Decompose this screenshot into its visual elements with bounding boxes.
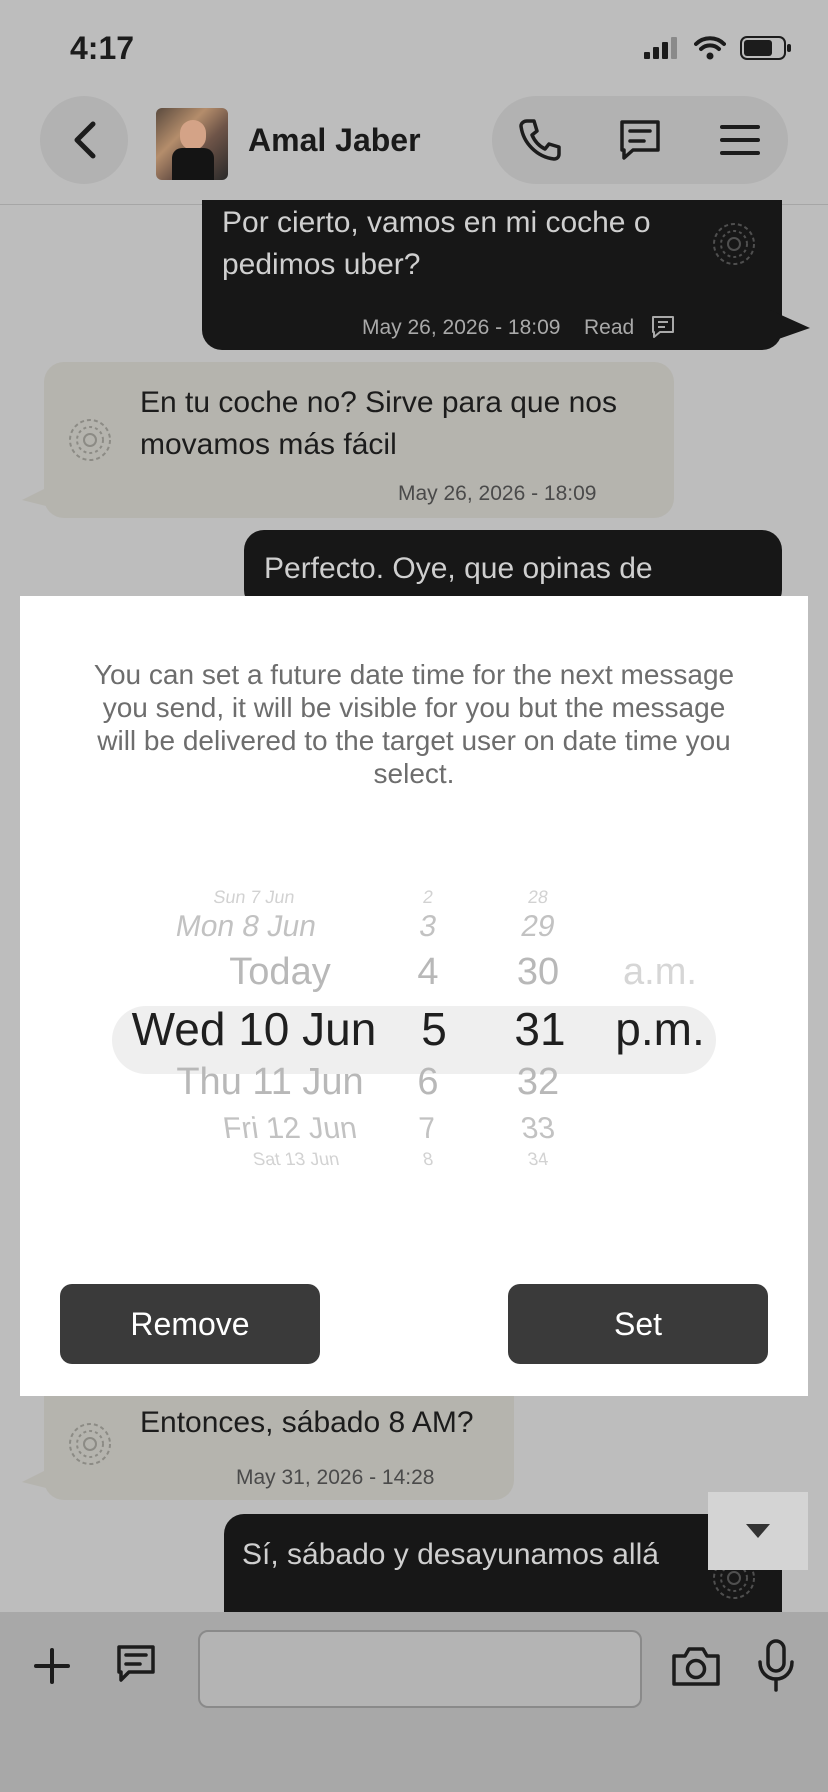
status-bar: 4:17 — [0, 0, 828, 96]
description-line: You can set a future date time for the n… — [93, 659, 735, 690]
hour-wheel-item[interactable]: 7 — [417, 1112, 438, 1146]
hour-wheel-item[interactable]: 5 — [421, 1002, 447, 1056]
message-outgoing[interactable]: Por cierto, vamos en mi coche o pedimos … — [202, 200, 782, 350]
back-button[interactable] — [40, 96, 128, 184]
message-line: Perfecto. Oye, que opinas de — [264, 552, 653, 585]
microphone-icon — [758, 1639, 794, 1692]
contact-name[interactable]: Amal Jaber — [248, 122, 421, 159]
message-line: pedimos uber? — [222, 248, 421, 281]
message-timestamp: May 26, 2026 - 18:09 — [362, 316, 561, 339]
call-button[interactable] — [516, 116, 564, 164]
chat-screen: 4:17 Amal Jaber Por cierto, vamos en mi … — [0, 0, 828, 1792]
delivery-status-icon — [69, 419, 111, 461]
minute-wheel-item[interactable]: 32 — [517, 1061, 559, 1104]
message-input[interactable] — [198, 1630, 642, 1708]
message-line: Sí, sábado y desayunamos allá — [242, 1538, 659, 1571]
minute-wheel-item[interactable]: 34 — [526, 1149, 550, 1170]
date-wheel-item[interactable]: Mon 8 Jun — [173, 910, 319, 944]
message-text: Perfecto. Oye, que opinas de — [264, 548, 653, 590]
hour-wheel-item[interactable]: 4 — [417, 951, 438, 994]
wifi-icon — [694, 36, 726, 60]
delivery-status-icon — [713, 223, 755, 265]
message-line: Por cierto, vamos en mi coche o — [222, 206, 651, 239]
hour-wheel-item[interactable]: 6 — [417, 1061, 438, 1104]
message-text: En tu coche no? Sirve para que nos movam… — [140, 382, 617, 466]
message-button[interactable] — [616, 116, 664, 164]
message-icon — [620, 120, 660, 160]
bubble-tail — [770, 310, 810, 342]
minute-wheel-item[interactable]: 31 — [514, 1002, 565, 1056]
plus-icon — [34, 1648, 70, 1684]
avatar-face — [180, 120, 206, 150]
phone-icon — [519, 119, 561, 161]
date-wheel-item[interactable]: Thu 11 Jun — [176, 1061, 363, 1104]
hour-wheel-item[interactable]: 8 — [421, 1149, 435, 1170]
minute-wheel-item[interactable]: 30 — [517, 951, 559, 994]
message-input-bar — [0, 1612, 828, 1792]
date-wheel-item[interactable]: Today — [229, 951, 330, 994]
schedule-message-button[interactable] — [112, 1640, 160, 1688]
message-line: En tu coche no? Sirve para que nos — [140, 386, 617, 419]
bubble-tail — [22, 480, 62, 510]
description-line: will be delivered to the target user on … — [97, 725, 731, 756]
message-text: Sí, sábado y desayunamos allá — [242, 1534, 659, 1576]
set-button[interactable]: Set — [508, 1284, 768, 1364]
date-wheel-item[interactable]: Sat 13 Jun — [251, 1149, 341, 1170]
attach-button[interactable] — [28, 1642, 76, 1690]
message-timestamp: May 26, 2026 - 18:09 — [398, 482, 597, 505]
minute-wheel-item[interactable]: 28 — [527, 887, 550, 908]
message-timestamp: May 31, 2026 - 14:28 — [236, 1466, 435, 1489]
battery-icon — [740, 36, 791, 60]
message-read-status: Read — [584, 316, 635, 339]
message-icon — [652, 316, 674, 338]
hour-wheel-item[interactable]: 3 — [417, 910, 440, 944]
avatar[interactable] — [156, 108, 228, 180]
date-time-picker[interactable]: Sun 7 Jun Mon 8 Jun Today Wed 10 Jun Thu 11 … — [20, 886, 808, 1206]
dialog-description: You can set a future date time for the n… — [60, 658, 768, 790]
date-wheel-item[interactable]: Wed 10 Jun — [132, 1002, 377, 1056]
schedule-message-dialog: You can set a future date time for the n… — [20, 596, 808, 1396]
minute-wheel-item[interactable]: 29 — [518, 910, 557, 944]
period-wheel-item[interactable]: p.m. — [615, 1002, 704, 1056]
caret-down-icon — [746, 1524, 770, 1538]
message-line: movamos más fácil — [140, 428, 397, 461]
message-icon — [117, 1645, 155, 1682]
hour-wheel-item[interactable]: 2 — [422, 887, 435, 908]
microphone-button[interactable] — [752, 1636, 800, 1696]
remove-button[interactable]: Remove — [60, 1284, 320, 1364]
bubble-tail — [22, 1462, 62, 1492]
message-text: Entonces, sábado 8 AM? — [140, 1402, 474, 1444]
chat-header: Amal Jaber — [0, 96, 828, 205]
chevron-left-icon — [74, 121, 96, 159]
message-incoming[interactable]: En tu coche no? Sirve para que nos movam… — [44, 362, 674, 518]
date-wheel-item[interactable]: Sun 7 Jun — [212, 887, 296, 908]
description-line: select. — [373, 758, 455, 789]
status-time: 4:17 — [70, 30, 135, 66]
delivery-status-icon — [69, 1423, 111, 1465]
message-incoming[interactable]: Entonces, sábado 8 AM? May 31, 2026 - 14… — [44, 1384, 514, 1500]
message-text: Por cierto, vamos en mi coche o pedimos … — [222, 202, 651, 286]
period-wheel-item[interactable]: a.m. — [623, 951, 697, 994]
header-actions — [492, 96, 788, 184]
camera-icon — [672, 1647, 720, 1686]
hamburger-menu-icon — [720, 125, 760, 155]
date-wheel-item[interactable]: Fri 12 Jun — [221, 1112, 359, 1146]
menu-button[interactable] — [716, 116, 764, 164]
signal-icon — [644, 37, 677, 59]
message-line: Entonces, sábado 8 AM? — [140, 1406, 474, 1439]
camera-button[interactable] — [668, 1640, 724, 1692]
status-icons — [644, 36, 792, 60]
description-line: you send, it will be visible for you but… — [102, 692, 726, 723]
minute-wheel-item[interactable]: 33 — [519, 1112, 557, 1146]
avatar-body — [172, 148, 214, 180]
scroll-down-button[interactable] — [708, 1492, 808, 1570]
